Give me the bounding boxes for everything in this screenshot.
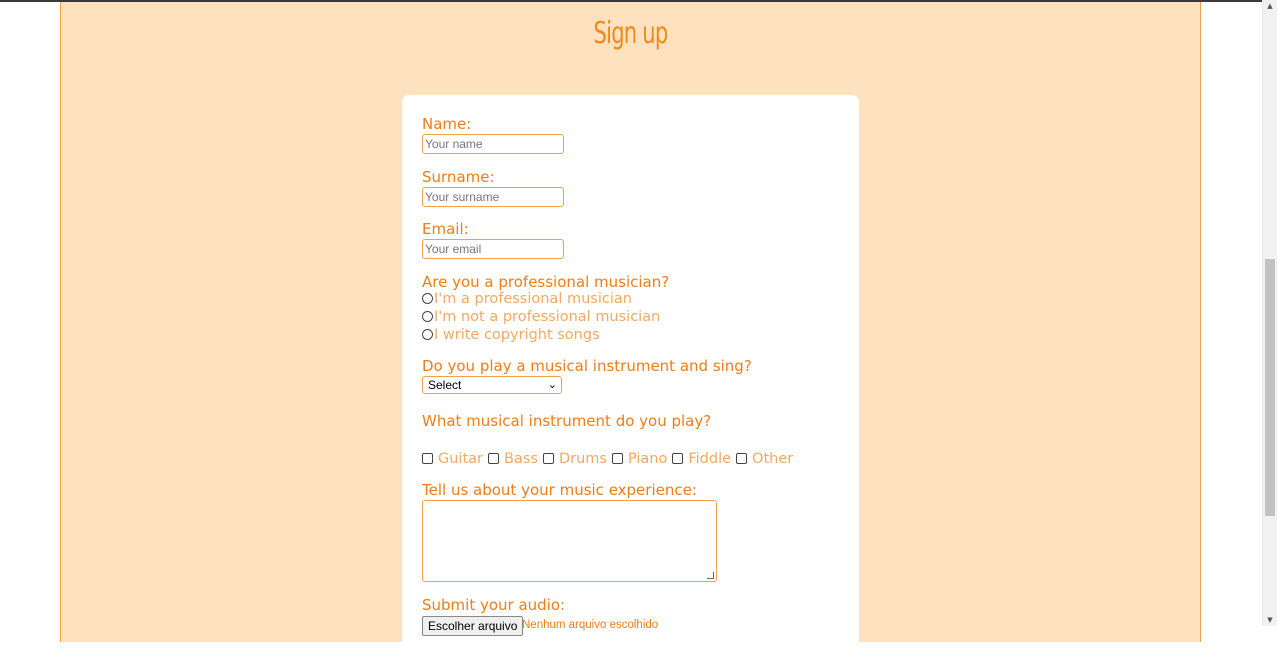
scroll-up-arrow-icon[interactable]: ▲ [1263, 0, 1277, 12]
checkbox-guitar[interactable]: Guitar [422, 451, 483, 467]
instrument-question: What musical instrument do you play? [422, 412, 712, 430]
checkbox-other[interactable]: Other [736, 451, 793, 467]
radio-option-not-professional[interactable]: I'm not a professional musician [422, 308, 660, 326]
checkbox-label: Bass [504, 451, 538, 467]
name-input[interactable] [422, 134, 564, 154]
signup-form: Name: Surname: Email: Are you a professi… [402, 95, 859, 655]
select-value: Select [428, 378, 462, 392]
radio-button[interactable] [422, 328, 433, 340]
professional-question: Are you a professional musician? [422, 273, 670, 291]
signup-page: Sign up Name: Surname: Email: Are you a … [60, 2, 1201, 655]
radio-label: I'm a professional musician [434, 291, 632, 307]
checkbox[interactable] [488, 452, 499, 464]
experience-label: Tell us about your music experience: [422, 481, 697, 499]
email-input[interactable] [422, 239, 564, 259]
surname-input[interactable] [422, 187, 564, 207]
sing-select[interactable]: Select ⌄ [422, 376, 562, 394]
checkbox[interactable] [736, 452, 748, 464]
instrument-checkboxes: Guitar Bass Drums Piano Fiddle Other [422, 449, 798, 469]
audio-label: Submit your audio: [422, 596, 566, 614]
file-status: Nenhum arquivo escolhido [522, 619, 659, 631]
choose-file-button[interactable]: Escolher arquivo [422, 616, 524, 636]
radio-button[interactable] [422, 310, 433, 322]
checkbox-drums[interactable]: Drums [542, 451, 607, 467]
radio-label: I write copyright songs [434, 327, 600, 343]
vertical-scrollbar[interactable]: ▲ ▼ [1262, 0, 1277, 626]
checkbox-piano[interactable]: Piano [611, 451, 668, 467]
radio-option-professional[interactable]: I'm a professional musician [422, 290, 632, 308]
scroll-down-arrow-icon[interactable]: ▼ [1263, 614, 1277, 626]
checkbox-fiddle[interactable]: Fiddle [672, 451, 731, 467]
radio-label: I'm not a professional musician [434, 309, 661, 325]
experience-textarea[interactable] [422, 500, 717, 582]
sing-question: Do you play a musical instrument and sin… [422, 357, 752, 375]
checkbox-label: Other [752, 451, 794, 467]
checkbox[interactable] [672, 452, 684, 464]
checkbox[interactable] [422, 452, 433, 464]
resize-handle-icon[interactable] [707, 572, 714, 579]
surname-label: Surname: [422, 168, 495, 186]
checkbox-bass[interactable]: Bass [488, 451, 538, 467]
chevron-down-icon: ⌄ [547, 379, 557, 391]
checkbox-label: Piano [627, 451, 668, 467]
checkbox-label: Guitar [438, 451, 483, 467]
radio-button[interactable] [422, 292, 433, 304]
scroll-thumb[interactable] [1265, 259, 1275, 516]
page-title: Sign up [593, 16, 669, 51]
radio-option-copyright-songs[interactable]: I write copyright songs [422, 326, 600, 344]
checkbox[interactable] [611, 452, 623, 464]
name-label: Name: [422, 115, 472, 133]
checkbox-label: Drums [558, 451, 607, 467]
email-label: Email: [422, 220, 469, 238]
checkbox-label: Fiddle [688, 451, 732, 467]
checkbox[interactable] [542, 452, 554, 464]
